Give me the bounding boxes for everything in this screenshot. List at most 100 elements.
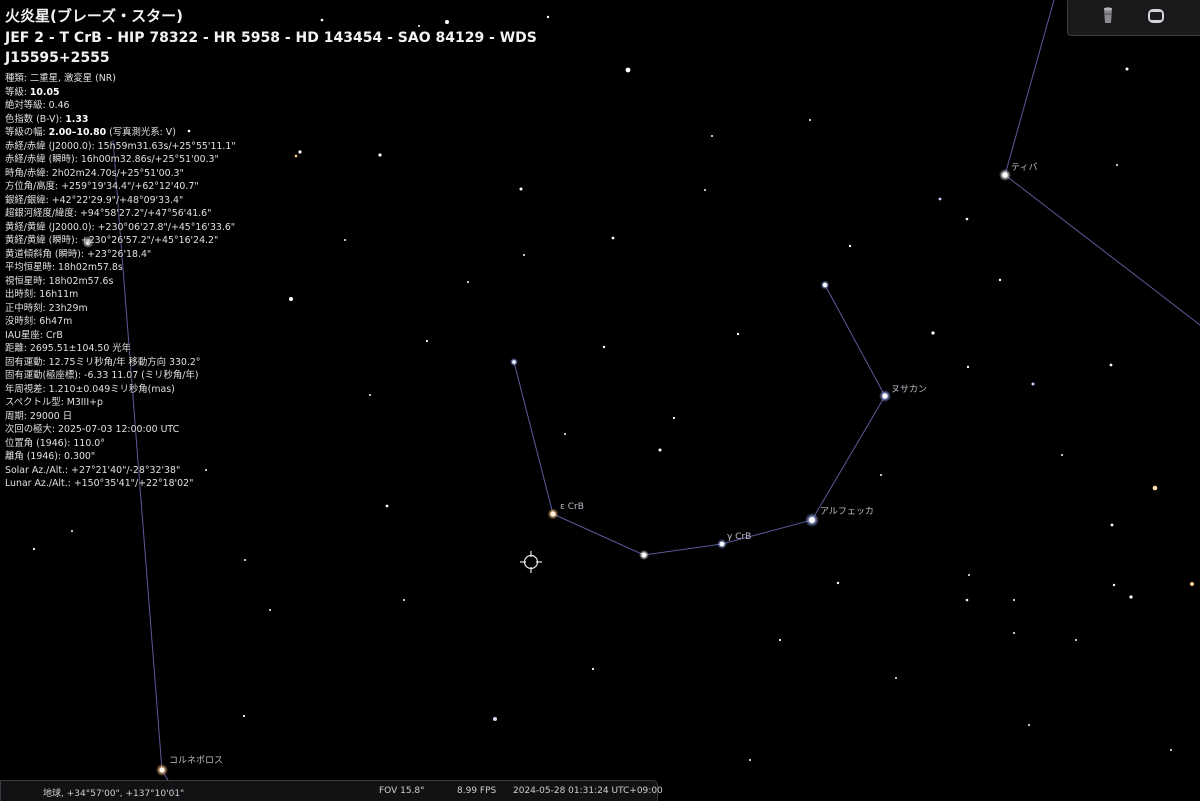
info-line-value: 12.75ミリ秒角/年 移動方向 330.2° [48,356,201,368]
info-line: 固有運動(極座標): -6.33 11.07 (ミリ秒角/年) [5,369,625,383]
info-line-label: 視恒星時: [5,275,49,287]
info-line: 距離: 2695.51±104.50 光年 [5,342,625,356]
info-line-value: -6.33 11.07 (ミリ秒角/年) [84,370,199,381]
info-line-value: 1.210±0.049ミリ秒角(mas) [48,383,175,395]
info-line-value: 29000 日 [29,410,73,422]
top-toolbar [1067,0,1200,36]
info-line-value: +230°06'27.8"/+45°16'33.6" [97,221,236,233]
info-line: 等級: 10.05 [5,86,625,100]
info-line-value: 2025-07-03 12:00:00 UTC [58,424,180,435]
info-line-label: Solar Az./Alt.: [5,464,72,476]
info-line-value: 16h11m [39,289,79,300]
label-alphecca: アルフェッカ [820,506,874,517]
info-line-value: +230°26'57.2"/+45°16'24.2" [80,235,219,246]
fps-readout: 8.99 FPS [457,786,497,796]
label-epsilon-crb: ε CrB [560,502,584,512]
info-line: 赤経/赤緯 (J2000.0): 15h59m31.63s/+25°55'11.… [5,140,625,154]
hercules-line-upper [1004,0,1055,176]
info-line-value: 6h47m [39,316,73,327]
object-info-lines: 種類: 二重星, 激変星 (NR) 等級: 10.05 絶対等級: 0.46 色指数 … [5,72,625,491]
info-line-value: 23h29m [48,302,88,314]
info-line-label: 赤経/赤緯 (瞬時): [5,154,81,165]
label-kornephoros: コルネポロス [169,755,223,766]
info-line-value: +259°19'34.4"/+62°12'40.7" [61,181,199,192]
telescope-icon[interactable] [1097,5,1119,27]
info-line: Solar Az./Alt.: +27°21'40"/-28°32'38" [5,464,625,478]
info-line: 年周視差: 1.210±0.049ミリ秒角(mas) [5,383,625,397]
info-line: 没時刻: 6h47m [5,315,625,329]
info-line-value: 16h00m32.86s/+25°51'00.3" [80,154,219,165]
info-line-label: 固有運動(極座標): [5,370,85,381]
info-line-value: 2h02m24.70s/+25°51'00.3" [51,167,184,179]
info-line: 固有運動: 12.75ミリ秒角/年 移動方向 330.2° [5,356,625,370]
info-line: 周期: 29000 日 [5,410,625,424]
info-line-value: 0.300" [64,451,96,462]
info-line-label: 正中時刻: [5,302,49,314]
info-line: 種類: 二重星, 激変星 (NR) [5,72,625,86]
info-line-value: CrB [45,329,63,341]
info-line: 赤経/赤緯 (瞬時): 16h00m32.86s/+25°51'00.3" [5,153,625,167]
info-line-label: 時角/赤緯: [5,167,52,179]
info-line: 平均恒星時: 18h02m57.8s [5,261,625,275]
info-line-label: 年周視差: [5,383,49,395]
info-line: 離角 (1946): 0.300" [5,450,625,464]
info-line-label: 黄経/黄緯 (瞬時): [5,235,81,246]
info-line: 視恒星時: 18h02m57.6s [5,275,625,289]
info-line-label: 黄道傾斜角 (瞬時): [5,248,88,260]
info-line-value: 2695.51±104.50 光年 [29,343,132,354]
info-line: 黄経/黄緯 (瞬時): +230°26'57.2"/+45°16'24.2" [5,234,625,248]
info-line: 方位角/高度: +259°19'34.4"/+62°12'40.7" [5,180,625,194]
info-line-label: IAU星座: [5,329,46,341]
info-line-value: 110.0° [73,437,105,449]
location-readout[interactable]: 地球, +34°57'00", +137°10'01" [43,786,184,799]
info-line-label: 黄経/黄緯 (J2000.0): [5,221,98,233]
info-line-label: Lunar Az./Alt.: [5,478,74,489]
info-line-label: 出時刻: [5,289,40,300]
info-line-bold-value: 2.00–10.80 [48,127,107,138]
info-line-value: 二重星, 激変星 (NR) [29,73,116,84]
info-line-label: 位置角 (1946): [5,437,74,449]
info-line: 黄道傾斜角 (瞬時): +23°26'18.4" [5,248,625,262]
info-line-label: 超銀河経度/緯度: [5,208,80,219]
info-line-value: +27°21'40"/-28°32'38" [71,464,181,476]
info-line: 正中時刻: 23h29m [5,302,625,316]
info-line-label: 離角 (1946): [5,451,65,462]
info-line-label: 方位角/高度: [5,181,62,192]
info-line: 超銀河経度/緯度: +94°58'27.2"/+47°56'41.6" [5,207,625,221]
label-nusakan: ヌサカン [891,384,927,395]
info-line: IAU星座: CrB [5,329,625,343]
datetime-readout[interactable]: 2024-05-28 01:31:24 UTC+09:00 [513,786,663,796]
info-line: 色指数 (B-V): 1.33 [5,113,625,127]
label-tiaki: ティバ [1011,162,1037,173]
info-line: Lunar Az./Alt.: +150°35'41"/+22°18'02" [5,477,625,491]
object-identifiers: JEF 2 - T CrB - HIP 78322 - HR 5958 - HD… [5,30,537,66]
info-line: 黄経/黄緯 (J2000.0): +230°06'27.8"/+45°16'33… [5,221,625,235]
info-line-label: 赤経/赤緯 (J2000.0): [5,140,98,152]
info-line-label: 次回の極大: [5,424,59,435]
label-gamma-crb: γ CrB [727,532,751,542]
info-line-value: +94°58'27.2"/+47°56'41.6" [79,208,212,219]
info-line-value: M3III+p [66,397,103,408]
info-line-value: 18h02m57.8s [58,262,123,273]
info-line-label: 平均恒星時: [5,262,59,273]
info-line-value: +150°35'41"/+22°18'02" [73,478,194,489]
info-line-label: 銀経/銀緯: [5,194,52,206]
screen-icon[interactable] [1145,5,1167,27]
info-line-value: 0.46 [48,100,70,111]
info-line: 絶対等級: 0.46 [5,99,625,113]
info-line-label: 没時刻: [5,316,40,327]
info-line: 等級の幅: 2.00–10.80 (写真測光系: V) [5,126,625,140]
object-info-panel: 火炎星(ブレーズ・スター) JEF 2 - T CrB - HIP 78322 … [5,6,625,491]
info-line-label: スペクトル型: [5,397,67,408]
info-line-value: +23°26'18.4" [87,248,152,260]
info-line-label: 等級の幅: [5,127,49,138]
hercules-line-right [1004,174,1200,326]
object-name: 火炎星(ブレーズ・スター) [5,7,183,25]
info-line-value: (写真測光系: V) [106,127,176,138]
info-line-bold-value: 1.33 [65,113,89,125]
info-line: 時角/赤緯: 2h02m24.70s/+25°51'00.3" [5,167,625,181]
info-line-label: 種類: [5,73,30,84]
info-line-bold-value: 10.05 [29,86,60,98]
info-line-label: 固有運動: [5,356,49,368]
selection-reticle-icon[interactable] [520,551,542,573]
